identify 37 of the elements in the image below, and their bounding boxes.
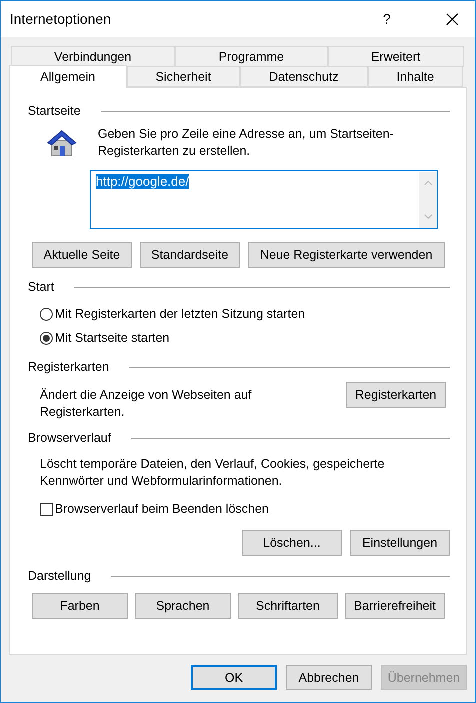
tab[interactable]: Programme bbox=[175, 46, 328, 67]
group-title: Start bbox=[28, 280, 54, 294]
history-button[interactable]: Löschen... bbox=[242, 530, 342, 556]
radio-label: Mit Startseite starten bbox=[55, 331, 170, 345]
help-button[interactable]: ? bbox=[367, 11, 407, 27]
tab[interactable]: Verbindungen bbox=[11, 46, 175, 67]
tab[interactable]: Sicherheit bbox=[127, 66, 240, 87]
group-title: Browserverlauf bbox=[28, 431, 112, 445]
group-title: Registerkarten bbox=[28, 360, 110, 374]
tab[interactable]: Erweitert bbox=[328, 46, 464, 67]
radio-button[interactable] bbox=[40, 332, 53, 344]
radio-label: Mit Registerkarten der letzten Sitzung starten bbox=[55, 307, 306, 321]
close-icon bbox=[446, 12, 458, 26]
home-page-button[interactable]: Aktuelle Seite bbox=[32, 242, 132, 268]
house-icon bbox=[46, 128, 78, 158]
tab[interactable]: Inhalte bbox=[368, 66, 463, 87]
appearance-button[interactable]: Farben bbox=[32, 593, 128, 619]
description-text: Geben Sie pro Zeile eine Adresse an, um Startseiten-Registerkarten zu erstellen. bbox=[98, 126, 395, 160]
group-title: Darstellung bbox=[28, 569, 92, 583]
checkbox[interactable] bbox=[40, 502, 53, 516]
radio-button[interactable] bbox=[40, 308, 53, 320]
appearance-button[interactable]: Schriftarten bbox=[238, 593, 338, 619]
group-title: Startseite bbox=[28, 104, 81, 118]
dialog-button[interactable]: OK bbox=[191, 665, 277, 690]
tab[interactable]: Allgemein bbox=[9, 65, 127, 88]
appearance-button[interactable]: Barrierefreiheit bbox=[345, 593, 445, 619]
checkbox-label: Browserverlauf beim Beenden löschen bbox=[55, 502, 270, 516]
dialog-button[interactable]: Abbrechen bbox=[286, 665, 372, 690]
window-title: Internetoptionen bbox=[10, 11, 112, 27]
tabs-button[interactable]: Registerkarten bbox=[346, 382, 446, 408]
description-text: Ändert die Anzeige von Webseiten auf Registerkarten. bbox=[40, 387, 253, 421]
home-page-button[interactable]: Neue Registerkarte verwenden bbox=[248, 242, 445, 268]
appearance-button[interactable]: Sprachen bbox=[135, 593, 231, 619]
home-page-button[interactable]: Standardseite bbox=[140, 242, 240, 268]
tab[interactable]: Datenschutz bbox=[240, 66, 368, 87]
history-button[interactable]: Einstellungen bbox=[350, 530, 450, 556]
description-text: Löscht temporäre Dateien, den Verlauf, Cookies, gespeicherte Kennwörter und Webformularinformationen. bbox=[40, 456, 386, 490]
